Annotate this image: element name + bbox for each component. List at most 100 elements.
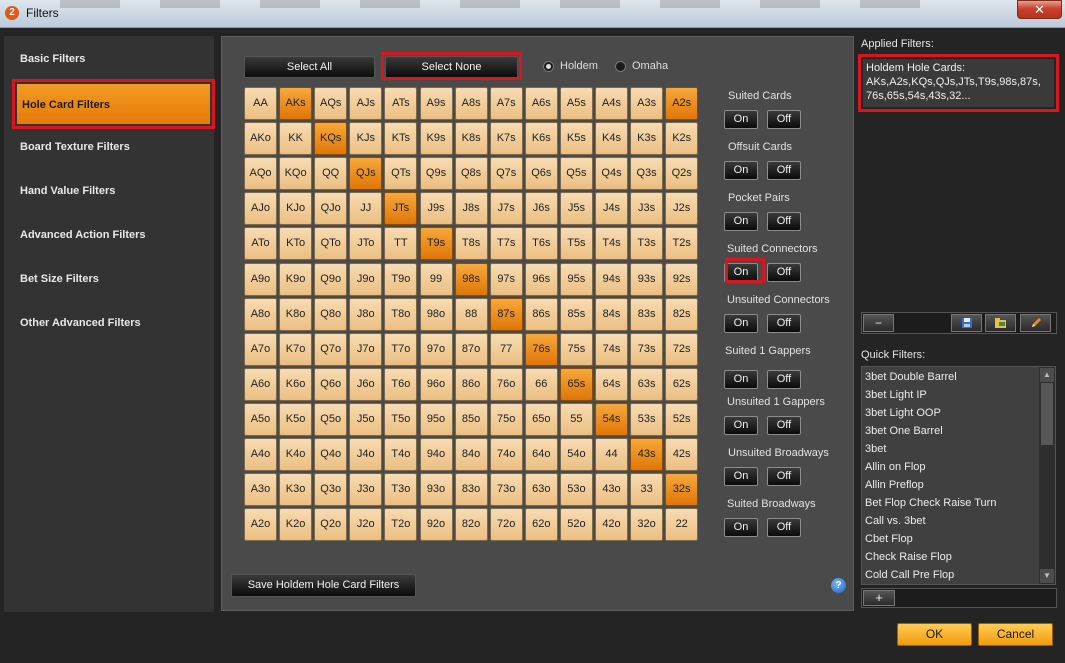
quick-filter-item[interactable]: 3bet Light OOP (865, 407, 941, 419)
hand-cell-84s[interactable]: 84s (595, 297, 628, 331)
hand-cell-k7o[interactable]: K7o (279, 332, 313, 366)
hand-cell-q6s[interactable]: Q6s (524, 157, 558, 191)
hand-cell-83s[interactable]: 83s (630, 297, 664, 331)
quick-filter-item[interactable]: 3bet Light IP (865, 389, 927, 401)
select-none-button[interactable]: Select None (385, 56, 518, 78)
hand-cell-k2s[interactable]: K2s (665, 122, 699, 156)
hand-cell-54o[interactable]: 54o (559, 438, 593, 471)
suited-broadways-on-button[interactable]: On (724, 518, 758, 537)
hand-cell-97s[interactable]: 97s (489, 262, 523, 296)
hand-cell-43s[interactable]: 43s (630, 438, 664, 471)
hand-cell-95o[interactable]: 95o (419, 402, 453, 436)
hand-cell-a2o[interactable]: A2o (244, 508, 277, 542)
hand-cell-95s[interactable]: 95s (559, 262, 593, 296)
hand-cell-t5o[interactable]: T5o (384, 402, 418, 436)
hand-cell-j8o[interactable]: J8o (349, 297, 383, 331)
hand-cell-75o[interactable]: 75o (489, 402, 523, 436)
hand-cell-74o[interactable]: 74o (489, 438, 523, 471)
sidebar-item-hole-card-filters[interactable]: Hole Card Filters (12, 79, 215, 129)
hand-cell-66[interactable]: 66 (524, 367, 558, 401)
hand-cell-kts[interactable]: KTs (384, 122, 418, 156)
hand-cell-j3s[interactable]: J3s (630, 192, 664, 226)
hand-cell-a4s[interactable]: A4s (595, 87, 628, 120)
hand-cell-qq[interactable]: QQ (314, 157, 348, 191)
quick-filter-item[interactable]: Cbet Flop (865, 533, 913, 545)
hand-cell-j2s[interactable]: J2s (665, 192, 699, 226)
sidebar-item-basic-filters[interactable]: Basic Filters (20, 53, 85, 65)
hand-cell-t7o[interactable]: T7o (384, 332, 418, 366)
hand-cell-t4s[interactable]: T4s (595, 227, 628, 261)
omaha-radio[interactable] (615, 61, 626, 72)
hand-cell-99[interactable]: 99 (419, 262, 453, 296)
hand-cell-j7o[interactable]: J7o (349, 332, 383, 366)
hand-cell-q9o[interactable]: Q9o (314, 262, 348, 296)
hand-cell-t9s[interactable]: T9s (419, 227, 453, 261)
hand-cell-q7s[interactable]: Q7s (489, 157, 523, 191)
hand-cell-j6s[interactable]: J6s (524, 192, 558, 226)
hand-cell-qto[interactable]: QTo (314, 227, 348, 261)
hand-cell-k9o[interactable]: K9o (279, 262, 313, 296)
hand-cell-a6o[interactable]: A6o (244, 367, 277, 401)
hand-cell-q2s[interactable]: Q2s (665, 157, 699, 191)
hand-cell-82s[interactable]: 82s (665, 297, 699, 331)
hand-cell-ats[interactable]: ATs (384, 87, 418, 120)
hand-cell-92s[interactable]: 92s (665, 262, 699, 296)
hand-cell-63s[interactable]: 63s (630, 367, 664, 401)
hand-cell-64s[interactable]: 64s (595, 367, 628, 401)
offsuit-cards-on-button[interactable]: On (724, 161, 758, 180)
hand-cell-k3s[interactable]: K3s (630, 122, 664, 156)
hand-cell-aqo[interactable]: AQo (244, 157, 277, 191)
hand-cell-aqs[interactable]: AQs (314, 87, 348, 120)
hand-cell-j6o[interactable]: J6o (349, 367, 383, 401)
hand-cell-98s[interactable]: 98s (454, 262, 488, 296)
hand-cell-a5o[interactable]: A5o (244, 402, 277, 436)
hand-cell-a9s[interactable]: A9s (419, 87, 453, 120)
hand-cell-tt[interactable]: TT (384, 227, 418, 261)
hand-cell-62o[interactable]: 62o (524, 508, 558, 542)
hand-cell-j5o[interactable]: J5o (349, 402, 383, 436)
hand-cell-j9o[interactable]: J9o (349, 262, 383, 296)
hand-cell-q5o[interactable]: Q5o (314, 402, 348, 436)
quick-filter-item[interactable]: 3bet One Barrel (865, 425, 943, 437)
hand-cell-q4o[interactable]: Q4o (314, 438, 348, 471)
hand-cell-k9s[interactable]: K9s (419, 122, 453, 156)
suited-cards-on-button[interactable]: On (724, 110, 758, 129)
scroll-up-icon[interactable]: ▲ (1040, 368, 1054, 382)
hand-cell-q5s[interactable]: Q5s (559, 157, 593, 191)
hand-cell-ajo[interactable]: AJo (244, 192, 277, 226)
hand-cell-83o[interactable]: 83o (454, 473, 488, 507)
hand-cell-53s[interactable]: 53s (630, 402, 664, 436)
hand-cell-t8s[interactable]: T8s (454, 227, 488, 261)
hand-cell-k2o[interactable]: K2o (279, 508, 313, 542)
hand-cell-t7s[interactable]: T7s (489, 227, 523, 261)
hand-cell-52s[interactable]: 52s (665, 402, 699, 436)
hand-cell-85o[interactable]: 85o (454, 402, 488, 436)
hand-cell-q3o[interactable]: Q3o (314, 473, 348, 507)
suited-connectors-off-button[interactable]: Off (767, 263, 801, 282)
hand-cell-76s[interactable]: 76s (524, 332, 558, 366)
hand-cell-96s[interactable]: 96s (524, 262, 558, 296)
hand-cell-a8o[interactable]: A8o (244, 297, 277, 331)
quick-filter-item[interactable]: Cold Call Pre Flop (865, 569, 954, 581)
hand-cell-q8s[interactable]: Q8s (454, 157, 488, 191)
hand-cell-42s[interactable]: 42s (665, 438, 699, 471)
hand-cell-a7s[interactable]: A7s (489, 87, 523, 120)
offsuit-cards-off-button[interactable]: Off (767, 161, 801, 180)
hand-cell-kto[interactable]: KTo (279, 227, 313, 261)
hand-cell-t2o[interactable]: T2o (384, 508, 418, 542)
hand-cell-k5o[interactable]: K5o (279, 402, 313, 436)
hand-cell-86o[interactable]: 86o (454, 367, 488, 401)
hand-cell-t2s[interactable]: T2s (665, 227, 699, 261)
quick-filters-scrollbar[interactable]: ▲ ▼ (1039, 367, 1055, 584)
hand-cell-k4s[interactable]: K4s (595, 122, 628, 156)
save-hole-card-filters-button[interactable]: Save Holdem Hole Card Filters (231, 574, 416, 597)
hand-cell-k7s[interactable]: K7s (489, 122, 523, 156)
hand-cell-t6o[interactable]: T6o (384, 367, 418, 401)
add-quick-filter-button[interactable]: + (863, 590, 895, 606)
suited-1-gappers-on-button[interactable]: On (724, 370, 758, 389)
hand-cell-t3s[interactable]: T3s (630, 227, 664, 261)
hand-cell-t4o[interactable]: T4o (384, 438, 418, 471)
hand-cell-22[interactable]: 22 (665, 508, 699, 542)
sidebar-item-bet-size-filters[interactable]: Bet Size Filters (20, 273, 99, 285)
hand-cell-k4o[interactable]: K4o (279, 438, 313, 471)
